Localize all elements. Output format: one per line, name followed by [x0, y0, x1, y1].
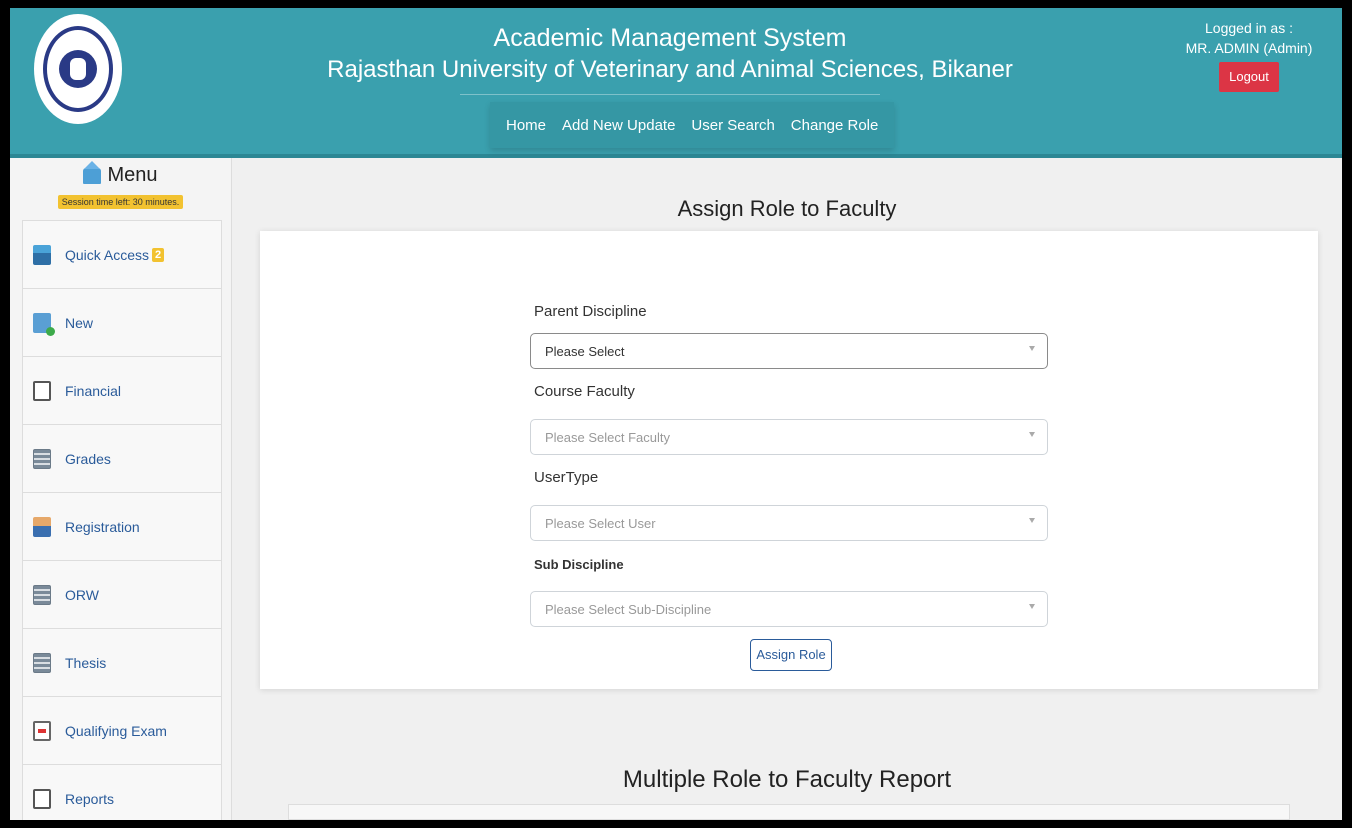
chevron-down-icon — [1029, 518, 1035, 523]
sidebar-item-label: Reports — [65, 790, 115, 807]
user-icon — [33, 516, 51, 537]
chevron-down-icon — [1029, 346, 1035, 351]
menu-title-label: Menu — [107, 164, 158, 186]
chevron-down-icon — [1029, 604, 1035, 609]
sidebar-item-new[interactable]: New — [22, 288, 222, 356]
report-title: Multiple Role to Faculty Report — [622, 766, 952, 793]
app-title: Academic Management System — [493, 24, 847, 52]
course-faculty-select[interactable]: Please Select Faculty — [530, 419, 1048, 455]
user-type-label: UserType — [534, 469, 599, 486]
sidebar-item-label: Qualifying Exam — [65, 722, 167, 739]
sidebar-item-label: Quick Access — [65, 246, 150, 263]
user-type-value: Please Select User — [545, 516, 656, 531]
app-title-block: Academic Management System Rajasthan Uni… — [310, 22, 1030, 95]
logout-button[interactable]: Logout — [1219, 62, 1279, 92]
report-table-header — [288, 804, 1290, 820]
report-document-icon — [33, 788, 51, 809]
sidebar-item-label: Grades — [65, 450, 111, 467]
sidebar-item-registration[interactable]: Registration — [22, 492, 222, 560]
sidebar-item-label: New — [65, 314, 94, 331]
pdf-document-icon — [33, 720, 51, 741]
grid-document-icon — [33, 652, 51, 673]
university-name: Rajasthan University of Veterinary and A… — [327, 56, 1013, 83]
main-content: Assign Role to Faculty Parent Discipline… — [232, 158, 1342, 820]
sub-discipline-select[interactable]: Please Select Sub-Discipline — [530, 591, 1048, 627]
parent-discipline-select[interactable]: Please Select — [530, 333, 1048, 369]
user-type-select[interactable]: Please Select User — [530, 505, 1048, 541]
header-bar: Academic Management System Rajasthan Uni… — [10, 8, 1342, 158]
sub-discipline-value: Please Select Sub-Discipline — [545, 602, 712, 617]
logged-in-label: Logged in as : — [1205, 20, 1293, 36]
new-document-icon — [33, 312, 55, 336]
sidebar-item-quick-access[interactable]: Quick Access 2 — [22, 220, 222, 288]
nav-change-role[interactable]: Change Role — [783, 117, 887, 134]
menu-header: Menu Session time left: 30 minutes. — [10, 158, 231, 220]
logo-emblem — [59, 50, 97, 88]
sidebar-item-thesis[interactable]: Thesis — [22, 628, 222, 696]
sidebar-item-reports[interactable]: Reports — [22, 764, 222, 820]
logged-in-user: MR. ADMIN (Admin) — [1185, 40, 1313, 56]
sidebar-item-qualifying-exam[interactable]: Qualifying Exam — [22, 696, 222, 764]
sidebar-item-label: Registration — [65, 518, 140, 535]
home-icon — [83, 160, 102, 184]
nav-add-new-update[interactable]: Add New Update — [554, 117, 683, 134]
university-logo — [34, 14, 122, 124]
menu-title[interactable]: Menu — [83, 160, 158, 187]
parent-discipline-value: Please Select — [545, 344, 625, 359]
assign-role-form-card: Parent Discipline Please Select Course F… — [260, 231, 1318, 689]
nav-home[interactable]: Home — [498, 117, 554, 134]
inbox-icon — [33, 244, 51, 265]
quick-access-count-badge: 2 — [152, 247, 165, 262]
app-window: Academic Management System Rajasthan Uni… — [10, 8, 1342, 820]
parent-discipline-label: Parent Discipline — [534, 303, 647, 320]
grid-document-icon — [33, 584, 51, 605]
sidebar-item-grades[interactable]: Grades — [22, 424, 222, 492]
sidebar: Menu Session time left: 30 minutes. Quic… — [10, 158, 232, 820]
nav-user-search[interactable]: User Search — [683, 117, 782, 134]
sidebar-item-label: ORW — [65, 586, 99, 603]
course-faculty-value: Please Select Faculty — [545, 430, 671, 445]
sub-discipline-label: Sub Discipline — [534, 557, 624, 572]
sidebar-item-label: Financial — [65, 382, 122, 399]
title-divider — [460, 94, 880, 95]
logo-seal — [43, 26, 113, 112]
chevron-down-icon — [1029, 432, 1035, 437]
login-info: Logged in as : MR. ADMIN (Admin) Logout — [1174, 18, 1324, 92]
session-timer-badge: Session time left: 30 minutes. — [57, 194, 184, 209]
grid-document-icon — [33, 448, 51, 469]
top-nav: Home Add New Update User Search Change R… — [490, 102, 895, 148]
assign-role-button[interactable]: Assign Role — [750, 639, 832, 671]
sidebar-item-financial[interactable]: Financial — [22, 356, 222, 424]
sidebar-item-label: Thesis — [65, 654, 107, 671]
course-faculty-label: Course Faculty — [534, 383, 635, 400]
money-bag-icon — [33, 380, 51, 401]
sidebar-item-orw[interactable]: ORW — [22, 560, 222, 628]
page-title: Assign Role to Faculty — [677, 196, 897, 221]
